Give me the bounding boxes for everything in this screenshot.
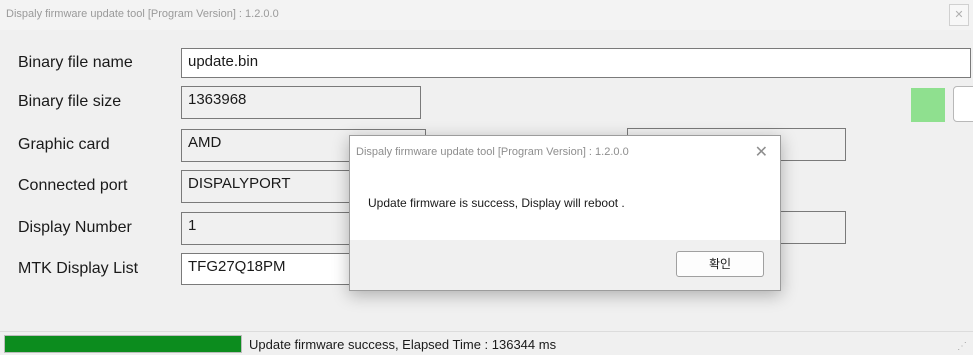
status-indicator	[911, 88, 945, 122]
window-close-button[interactable]: ✕	[949, 4, 969, 26]
progress-bar-fill	[5, 336, 241, 352]
window-title: Dispaly firmware update tool [Program Ve…	[6, 8, 279, 20]
binary-file-name-label: Binary file name	[18, 54, 133, 71]
connected-port-label: Connected port	[18, 177, 128, 194]
side-button[interactable]	[953, 86, 973, 122]
status-text: Update firmware success, Elapsed Time : …	[249, 337, 557, 352]
progress-bar	[4, 335, 242, 353]
mtk-display-list-label: MTK Display List	[18, 260, 139, 277]
message-dialog: Dispaly firmware update tool [Program Ve…	[349, 135, 781, 291]
graphic-card-label: Graphic card	[18, 136, 110, 153]
close-icon: ✕	[954, 9, 964, 21]
title-bar: Dispaly firmware update tool [Program Ve…	[0, 0, 973, 30]
main-window: Dispaly firmware update tool [Program Ve…	[0, 0, 973, 355]
close-icon: ✕	[754, 144, 768, 161]
dialog-footer: 확인	[350, 240, 780, 290]
dialog-ok-button[interactable]: 확인	[676, 251, 764, 277]
dialog-message: Update firmware is success, Display will…	[368, 196, 625, 210]
dialog-close-button[interactable]: ✕	[755, 142, 768, 162]
binary-file-name-input[interactable]: update.bin	[181, 48, 971, 78]
binary-file-size-field: 1363968	[181, 86, 421, 119]
dialog-title: Dispaly firmware update tool [Program Ve…	[356, 146, 629, 158]
binary-file-size-label: Binary file size	[18, 93, 122, 110]
display-number-label: Display Number	[18, 219, 132, 236]
resize-grip-icon[interactable]: ⋰	[957, 341, 967, 352]
